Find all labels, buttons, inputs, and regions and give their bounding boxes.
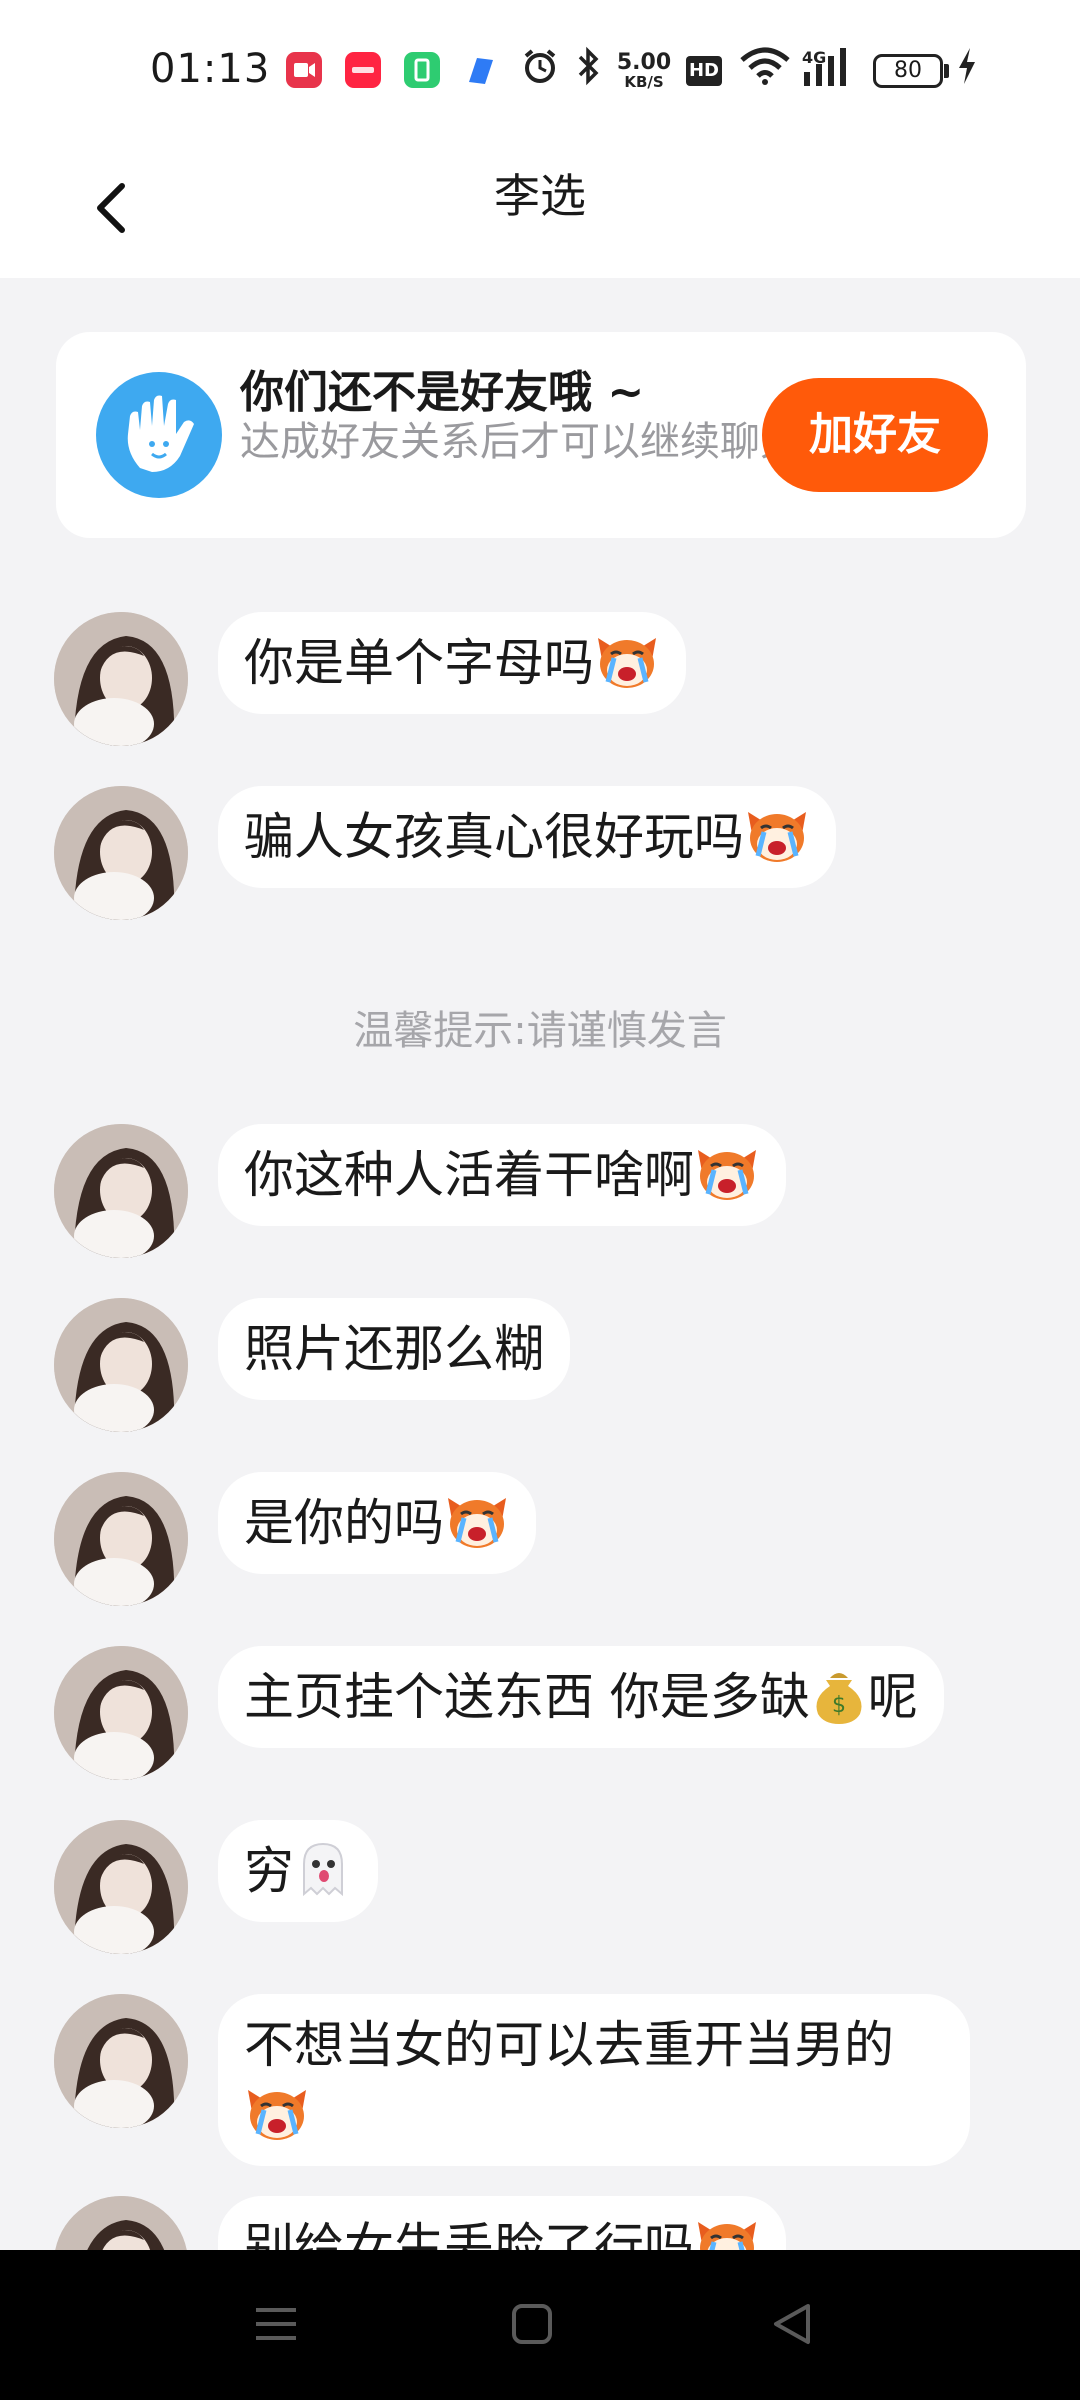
- avatar[interactable]: [54, 1472, 188, 1606]
- safety-hint: 温馨提示:请谨慎发言: [353, 1008, 727, 1054]
- menu-button[interactable]: [246, 2294, 306, 2354]
- ghost-emoji: [294, 1838, 352, 1898]
- page-title: 李选: [494, 169, 586, 223]
- charging-icon: [956, 46, 978, 95]
- avatar[interactable]: [54, 786, 188, 920]
- avatar[interactable]: [54, 1298, 188, 1432]
- video-app-icon: [286, 52, 322, 88]
- avatar[interactable]: [54, 1124, 188, 1258]
- hd-badge: HD: [686, 56, 722, 86]
- avatar[interactable]: [54, 1820, 188, 1954]
- status-bar: 01:13 5.00 KB/S HD 4G 80: [0, 0, 1080, 140]
- message-text: 是你的吗: [244, 1494, 444, 1552]
- battery-nub: [944, 64, 949, 78]
- avatar[interactable]: [54, 612, 188, 746]
- message-text: 主页挂个送东西 你是多缺: [244, 1668, 810, 1726]
- message-bubble[interactable]: 你是单个字母吗: [218, 612, 686, 714]
- home-button[interactable]: [502, 2294, 562, 2354]
- battery-app-icon: [404, 52, 440, 88]
- network-type: 4G: [802, 48, 827, 67]
- chat-header: 李选: [0, 140, 1080, 278]
- battery-indicator: 80: [873, 54, 943, 88]
- svg-text:$: $: [832, 1693, 846, 1718]
- message-text-after: 呢: [867, 1668, 918, 1726]
- cellular-signal-icon: 4G: [798, 46, 858, 99]
- message-bubble[interactable]: 是你的吗: [218, 1472, 536, 1574]
- avatar[interactable]: [54, 1994, 188, 2128]
- bluetooth-icon: [576, 46, 602, 95]
- menu-icon: [256, 2308, 296, 2340]
- system-nav-bar: [0, 2250, 1080, 2400]
- xiaohongshu-icon: [345, 52, 381, 88]
- net-speed-value: 5.00: [616, 50, 672, 75]
- message-bubble[interactable]: 穷: [218, 1820, 378, 1922]
- crying-face-emoji: [744, 804, 810, 864]
- message-bubble[interactable]: 照片还那么糊: [218, 1298, 570, 1400]
- waving-hand-icon: [96, 372, 222, 498]
- avatar[interactable]: [54, 1646, 188, 1780]
- crying-face-emoji: [694, 1142, 760, 1202]
- not-friends-notice: 你们还不是好友哦 ~ 达成好友关系后才可以继续聊天 加好友: [56, 332, 1026, 538]
- message-text: 穷: [244, 1842, 294, 1900]
- message-text: 骗人女孩真心很好玩吗: [244, 808, 744, 866]
- message-text: 你是单个字母吗: [244, 634, 594, 692]
- net-speed-unit: KB/S: [624, 73, 664, 91]
- back-nav-button[interactable]: [762, 2294, 822, 2354]
- clock: 01:13: [150, 46, 271, 92]
- back-triangle-icon: [774, 2304, 810, 2344]
- notice-subtitle: 达成好友关系后才可以继续聊天: [240, 419, 800, 465]
- crying-face-emoji: [444, 1490, 510, 1550]
- message-text: 不想当女的可以去重开当男的: [244, 2016, 894, 2074]
- crying-face-emoji: [594, 630, 660, 690]
- browser-icon: [463, 52, 499, 88]
- notice-title: 你们还不是好友哦 ~: [240, 367, 645, 418]
- wifi-icon: [738, 46, 792, 95]
- alarm-icon: [520, 46, 560, 95]
- message-text: 照片还那么糊: [244, 1320, 544, 1378]
- message-bubble[interactable]: 骗人女孩真心很好玩吗: [218, 786, 836, 888]
- message-text: 你这种人活着干啥啊: [244, 1146, 694, 1204]
- home-icon: [512, 2304, 552, 2344]
- message-bubble[interactable]: 主页挂个送东西 你是多缺 $ 呢: [218, 1646, 944, 1748]
- message-bubble[interactable]: 你这种人活着干啥啊: [218, 1124, 786, 1226]
- crying-face-emoji: [244, 2082, 310, 2142]
- add-friend-button[interactable]: 加好友: [762, 378, 988, 492]
- message-bubble[interactable]: 不想当女的可以去重开当男的: [218, 1994, 970, 2166]
- money-bag-emoji: $: [810, 1664, 868, 1724]
- net-speed: 5.00 KB/S: [614, 50, 674, 91]
